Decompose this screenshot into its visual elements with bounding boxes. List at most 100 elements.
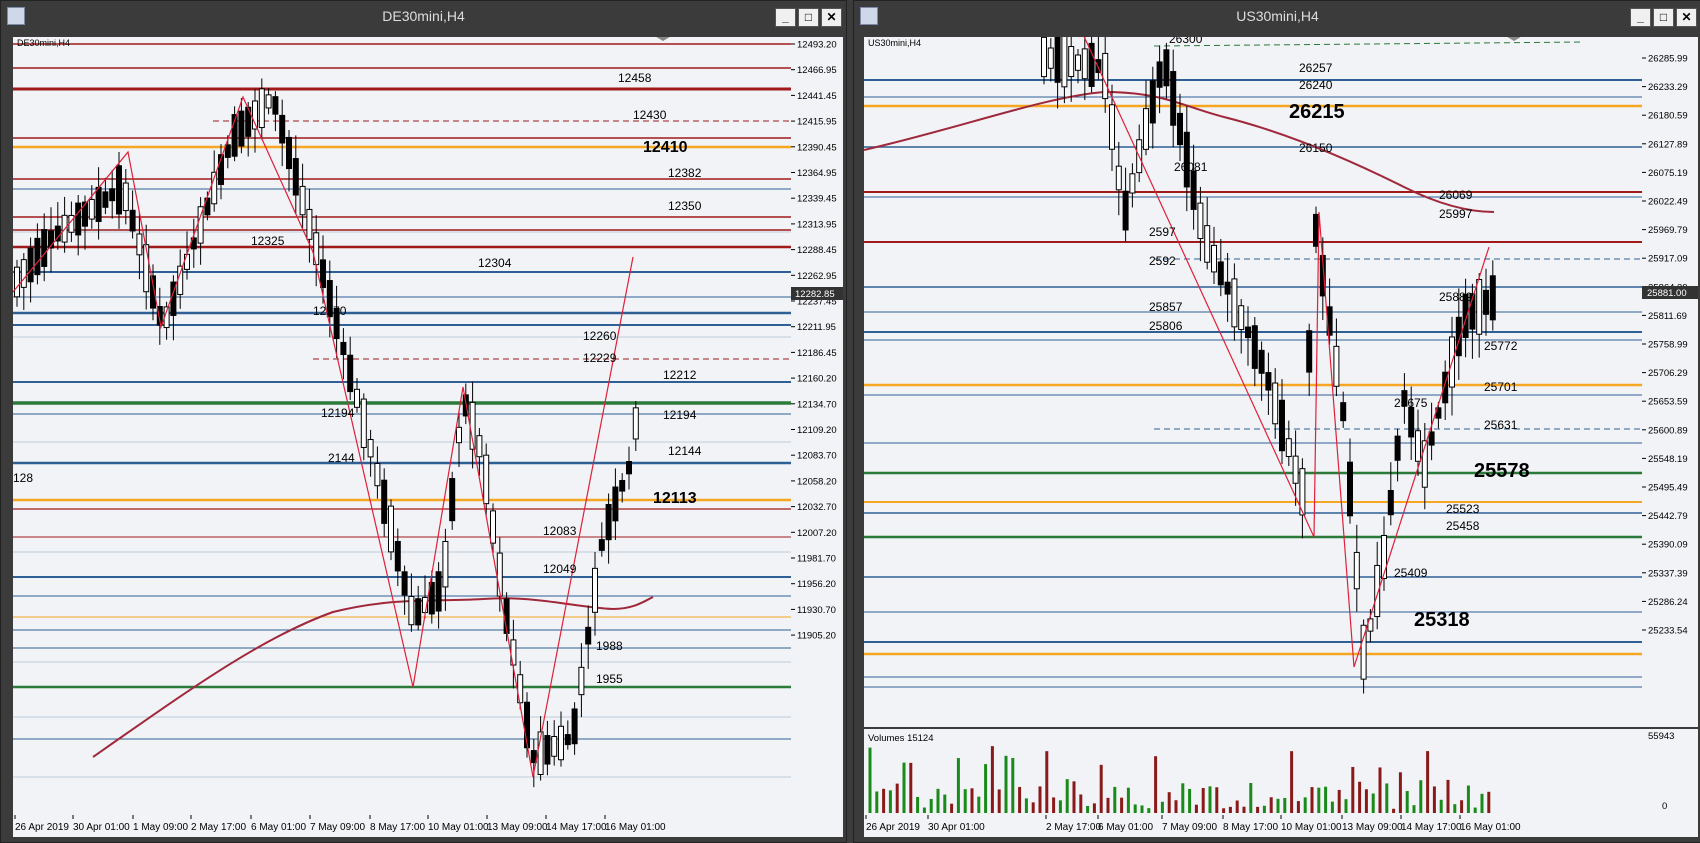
time-tick-label: 26 Apr 2019 bbox=[15, 822, 69, 833]
price-level-label: 26240 bbox=[1299, 78, 1333, 92]
volumes-scale[interactable]: 55943 0 bbox=[1642, 729, 1698, 815]
right-chart-window: US30mini,H4 _ □ ✕ 26300 26257 26240 26215 26… bbox=[853, 0, 1700, 843]
close-button[interactable]: ✕ bbox=[821, 8, 842, 27]
left-title-bar[interactable]: DE30mini,H4 _ □ ✕ bbox=[1, 1, 846, 31]
candle-body bbox=[1075, 54, 1081, 71]
candle-body bbox=[1149, 80, 1156, 124]
candle-body bbox=[224, 144, 231, 158]
right-price-scale-svg: 26285.99 26233.29 26180.59 26127.89 26075.19… bbox=[1642, 54, 1698, 637]
minimize-button[interactable]: _ bbox=[775, 8, 796, 27]
volumes-svg: Volumes 15124 bbox=[868, 733, 1491, 813]
candle-body bbox=[449, 478, 456, 522]
price-level-label: 25701 bbox=[1484, 380, 1518, 394]
price-tick-label: 25917.09 bbox=[1648, 254, 1688, 265]
right-price-scale[interactable]: 26285.99 26233.29 26180.59 26127.89 26075.19… bbox=[1642, 37, 1698, 727]
time-tick-label: 30 Apr 01:00 bbox=[73, 822, 130, 833]
candle-body bbox=[1102, 52, 1109, 100]
candle-body bbox=[1483, 289, 1489, 315]
candle-body bbox=[1047, 47, 1054, 69]
candle-body bbox=[544, 735, 551, 765]
candle-body bbox=[129, 209, 136, 232]
candle-body bbox=[1163, 49, 1170, 87]
price-tick-label: 12211.95 bbox=[797, 322, 836, 333]
candle-body bbox=[360, 398, 367, 448]
time-tick-label: 13 May 09:00 bbox=[1342, 822, 1403, 833]
candle-body bbox=[1238, 305, 1245, 330]
candle-body bbox=[1197, 202, 1204, 239]
time-tick-label: 8 May 17:00 bbox=[370, 822, 425, 833]
candle-body bbox=[1394, 435, 1401, 461]
right-window-title: US30mini,H4 bbox=[1236, 8, 1319, 24]
price-level-label: 12350 bbox=[668, 199, 702, 213]
price-level-label: 12410 bbox=[643, 139, 688, 156]
candle-body bbox=[367, 439, 374, 458]
current-price-label: 12282.85 bbox=[795, 289, 835, 300]
candle-body bbox=[1068, 46, 1075, 78]
price-tick-label: 11930.70 bbox=[797, 605, 836, 616]
price-tick-label: 11905.20 bbox=[797, 631, 836, 642]
candle-body bbox=[415, 598, 422, 626]
candle-body bbox=[1231, 278, 1238, 328]
close-button[interactable]: ✕ bbox=[1676, 8, 1697, 27]
price-tick-label: 12288.45 bbox=[797, 245, 837, 256]
price-level-label: 12430 bbox=[633, 108, 667, 122]
time-tick-label: 14 May 17:00 bbox=[1401, 822, 1462, 833]
volume-scale-max: 55943 bbox=[1648, 731, 1674, 742]
price-level-label: 12304 bbox=[478, 256, 512, 270]
price-level-label: 12325 bbox=[251, 234, 285, 248]
candle-body bbox=[1190, 170, 1197, 210]
candle-body bbox=[258, 88, 265, 129]
minimize-button[interactable]: _ bbox=[1630, 8, 1651, 27]
price-tick-label: 25390.09 bbox=[1648, 540, 1688, 551]
time-tick-label: 16 May 01:00 bbox=[1460, 822, 1521, 833]
left-price-scale[interactable]: 12493.20 12466.95 12441.45 12415.95 12390.45… bbox=[791, 37, 843, 815]
price-tick-label: 25286.24 bbox=[1648, 597, 1688, 608]
candle-body bbox=[1054, 37, 1061, 83]
price-tick-label: 12007.20 bbox=[797, 528, 837, 539]
price-level-label: 25631 bbox=[1484, 418, 1518, 432]
maximize-button[interactable]: □ bbox=[798, 8, 819, 27]
price-tick-label: 26180.59 bbox=[1648, 111, 1688, 122]
left-price-chart[interactable]: 12458 12430 12410 12382 12350 12325 12304 12270… bbox=[13, 37, 791, 815]
left-time-scale[interactable]: 26 Apr 2019 30 Apr 01:00 1 May 09:00 2 May … bbox=[13, 815, 843, 837]
volumes-scale-svg: 55943 0 bbox=[1648, 731, 1674, 812]
candle-body bbox=[279, 114, 286, 144]
candle-body bbox=[483, 454, 490, 505]
price-tick-label: 26127.89 bbox=[1648, 139, 1688, 150]
candle-body bbox=[320, 259, 326, 288]
left-chart-svg: 12458 12430 12410 12382 12350 12325 12304 12270… bbox=[13, 37, 791, 788]
price-tick-label: 12313.95 bbox=[797, 219, 837, 230]
moving-average-line bbox=[92, 596, 654, 758]
volume-scale-min: 0 bbox=[1662, 801, 1667, 812]
candle-body bbox=[1204, 225, 1211, 263]
candle-body bbox=[1109, 104, 1115, 150]
price-level-label: 12194 bbox=[663, 408, 697, 422]
price-tick-label: 12441.45 bbox=[797, 91, 837, 102]
volumes-subwindow[interactable]: Volumes 15124 bbox=[864, 729, 1642, 815]
candle-body bbox=[1245, 326, 1251, 339]
volumes-label: Volumes 15124 bbox=[868, 733, 934, 744]
candle-body bbox=[1265, 372, 1272, 391]
candle-body bbox=[626, 461, 632, 475]
right-time-scale[interactable]: 26 Apr 2019 30 Apr 01:00 2 May 17:00 6 May … bbox=[864, 815, 1698, 837]
right-title-bar[interactable]: US30mini,H4 _ □ ✕ bbox=[854, 1, 1700, 31]
candle-body bbox=[109, 188, 116, 202]
price-level-label: 2597 bbox=[1149, 225, 1176, 239]
price-tick-label: 12058.20 bbox=[797, 476, 837, 487]
price-level-label: 1955 bbox=[596, 672, 623, 686]
shift-marker-icon bbox=[1507, 37, 1521, 41]
price-tick-label: 12160.20 bbox=[797, 374, 837, 385]
price-tick-label: 12390.45 bbox=[797, 142, 837, 153]
time-tick-label: 14 May 17:00 bbox=[546, 822, 607, 833]
candle-body bbox=[1251, 325, 1258, 369]
candle-body bbox=[102, 191, 109, 208]
candle-body bbox=[632, 407, 639, 440]
price-level-label: 25409 bbox=[1394, 566, 1428, 580]
right-price-chart[interactable]: 26300 26257 26240 26215 26150 26081 26069 25997… bbox=[864, 37, 1642, 727]
time-tick-label: 1 May 09:00 bbox=[133, 822, 188, 833]
maximize-button[interactable]: □ bbox=[1653, 8, 1674, 27]
candle-body bbox=[136, 233, 143, 256]
price-tick-label: 25706.29 bbox=[1648, 368, 1688, 379]
right-time-scale-svg: 26 Apr 2019 30 Apr 01:00 2 May 17:006 May … bbox=[865, 815, 1521, 833]
dashed-level-line bbox=[1153, 41, 1585, 47]
